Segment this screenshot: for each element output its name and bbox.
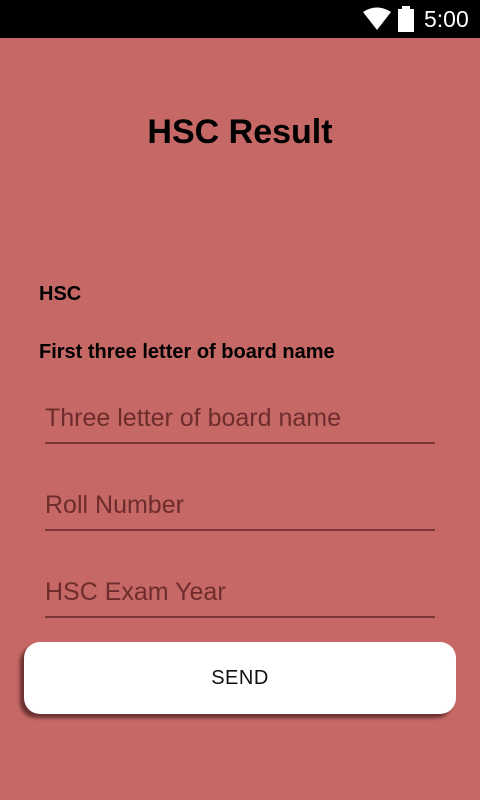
roll-number-field — [45, 485, 435, 531]
status-time: 5:00 — [424, 6, 469, 32]
roll-number-input[interactable] — [45, 485, 435, 525]
status-bar: 5:00 — [0, 0, 480, 38]
battery-icon — [398, 6, 414, 32]
exam-type-label: HSC — [39, 283, 82, 305]
page-title: HSC Result — [147, 113, 333, 151]
exam-year-input[interactable] — [45, 572, 435, 612]
board-name-label: First three letter of board name — [39, 341, 335, 363]
send-button[interactable]: SEND — [24, 642, 456, 714]
wifi-icon — [363, 7, 391, 30]
exam-year-field — [45, 572, 435, 618]
board-name-input[interactable] — [45, 398, 435, 438]
board-name-field — [45, 398, 435, 444]
